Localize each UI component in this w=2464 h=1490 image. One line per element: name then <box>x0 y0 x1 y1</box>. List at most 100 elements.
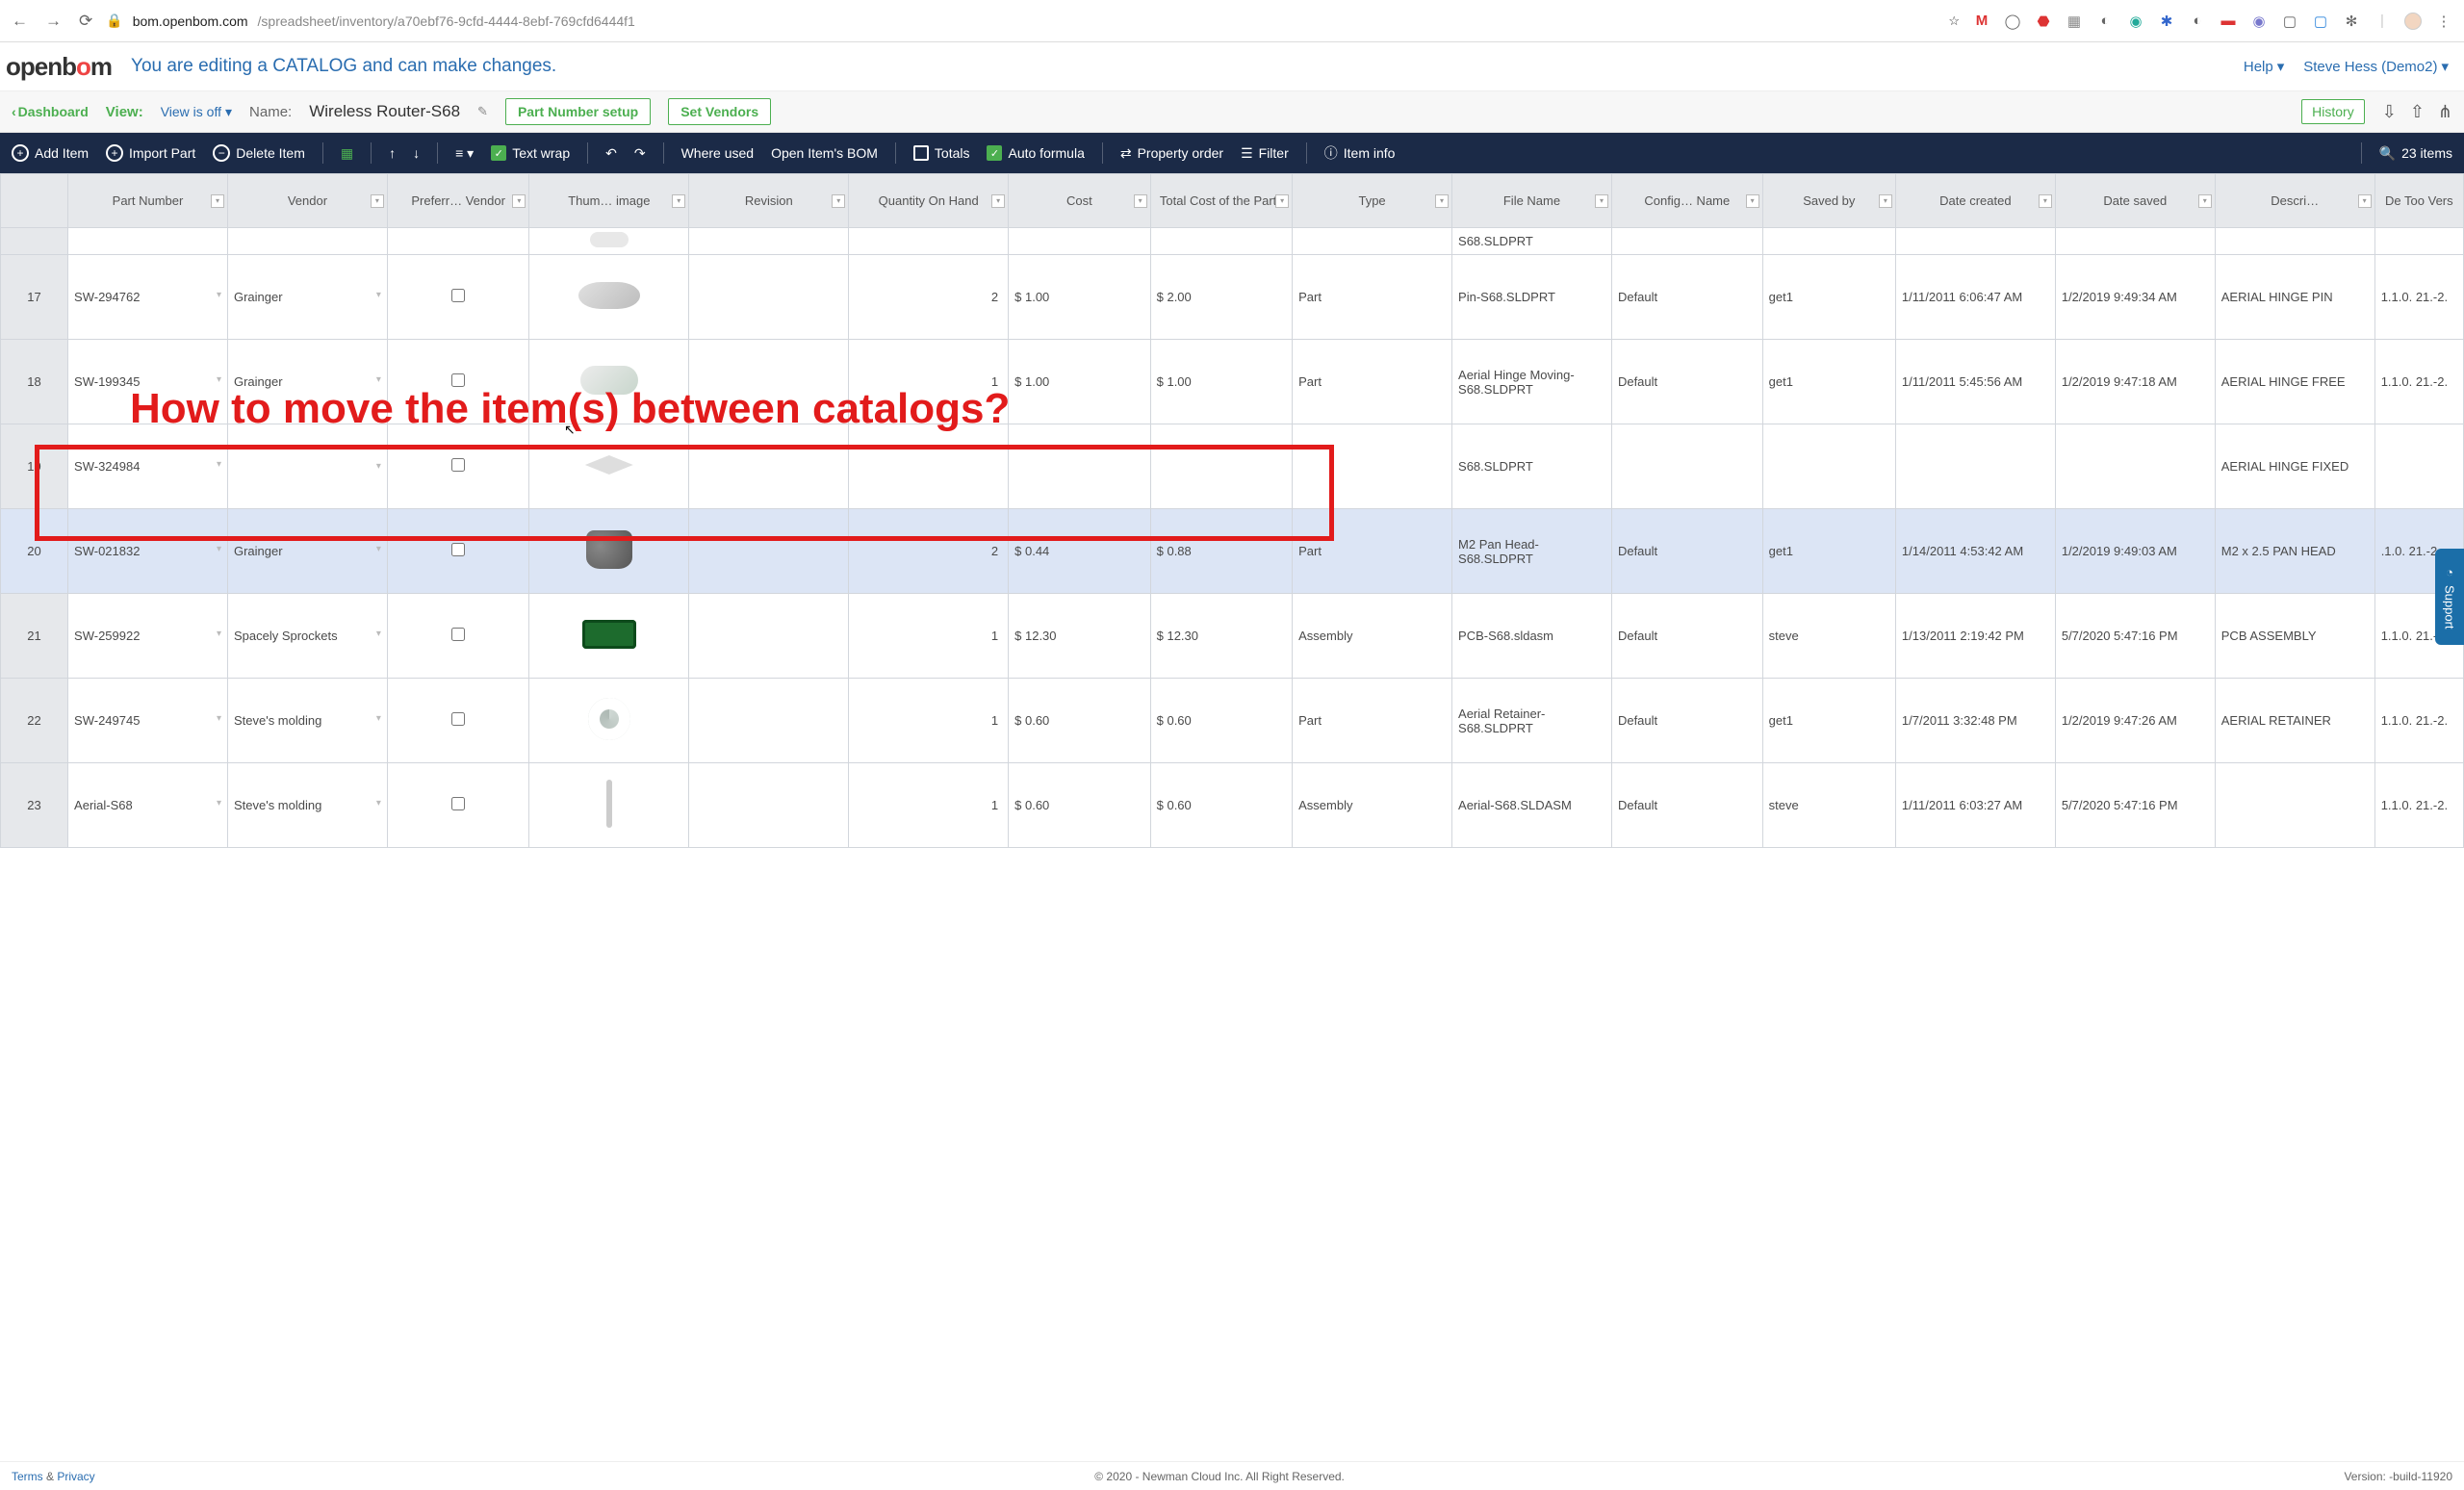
cell-qty[interactable]: 1 <box>849 679 1009 763</box>
ext-icon[interactable]: ▢ <box>2312 13 2329 30</box>
col-qty-on-hand[interactable]: Quantity On Hand▾ <box>849 174 1009 228</box>
part-number-setup-button[interactable]: Part Number setup <box>505 98 651 125</box>
cell-total-cost[interactable] <box>1150 424 1292 509</box>
col-part-number[interactable]: Part Number▾ <box>68 174 228 228</box>
cell-config-name[interactable]: Default <box>1611 594 1762 679</box>
reload-icon[interactable]: ⟳ <box>79 12 92 31</box>
cell-revision[interactable] <box>689 255 849 340</box>
filter-icon[interactable]: ▾ <box>2198 194 2212 208</box>
preferred-vendor-checkbox[interactable] <box>451 543 465 556</box>
ext-icon[interactable]: ◐ <box>2096 13 2114 30</box>
cell-revision[interactable] <box>689 679 849 763</box>
cell-file-name[interactable]: Aerial Hinge Moving-S68.SLDPRT <box>1452 340 1612 424</box>
col-tool-version[interactable]: De Too Vers <box>2374 174 2463 228</box>
cell-preferred-vendor[interactable] <box>387 509 528 594</box>
cell-description[interactable]: PCB ASSEMBLY <box>2215 594 2374 679</box>
cell-description[interactable]: AERIAL HINGE FIXED <box>2215 424 2374 509</box>
ext-icon[interactable]: ▢ <box>2281 13 2298 30</box>
cell-config-name[interactable]: Default <box>1611 509 1762 594</box>
share-icon[interactable]: ⋔ <box>2438 102 2452 122</box>
open-items-bom-button[interactable]: Open Item's BOM <box>771 145 878 161</box>
cell-type[interactable]: Part <box>1293 255 1452 340</box>
col-file-name[interactable]: File Name▾ <box>1452 174 1612 228</box>
cell-type[interactable]: Assembly <box>1293 594 1452 679</box>
filter-button[interactable]: ☰ Filter <box>1241 145 1289 162</box>
cell-revision[interactable] <box>689 594 849 679</box>
table-row[interactable]: 23 Aerial-S68▾ Steve's molding▾ 1 $ 0.60… <box>1 763 2464 848</box>
cell-date-saved[interactable]: 1/2/2019 9:49:03 AM <box>2055 509 2215 594</box>
preferred-vendor-checkbox[interactable] <box>451 289 465 302</box>
ext-icon[interactable]: ▬ <box>2220 13 2237 30</box>
preferred-vendor-checkbox[interactable] <box>451 712 465 726</box>
cell-config-name[interactable]: Default <box>1611 255 1762 340</box>
filter-icon[interactable]: ▾ <box>211 194 224 208</box>
cell-preferred-vendor[interactable] <box>387 424 528 509</box>
url-bar[interactable]: 🔒 bom.openbom.com/spreadsheet/inventory/… <box>106 13 1935 29</box>
back-icon[interactable]: ← <box>12 12 28 31</box>
cell-file-name[interactable]: Aerial-S68.SLDASM <box>1452 763 1612 848</box>
cell-config-name[interactable]: Default <box>1611 679 1762 763</box>
cell-file-name[interactable]: Pin-S68.SLDPRT <box>1452 255 1612 340</box>
cell-thumbnail[interactable] <box>529 424 689 509</box>
view-dropdown[interactable]: View is off ▾ <box>161 104 232 120</box>
cell-type[interactable]: Part <box>1293 340 1452 424</box>
col-date-saved[interactable]: Date saved▾ <box>2055 174 2215 228</box>
cell-config-name[interactable]: Default <box>1611 340 1762 424</box>
cell-date-created[interactable]: 1/11/2011 5:45:56 AM <box>1895 340 2055 424</box>
profile-avatar[interactable] <box>2404 13 2422 30</box>
ext-icon[interactable]: ◉ <box>2127 13 2144 30</box>
cell-date-created[interactable]: 1/7/2011 3:32:48 PM <box>1895 679 2055 763</box>
filter-icon[interactable]: ▾ <box>1275 194 1289 208</box>
cell-saved-by[interactable]: steve <box>1762 763 1895 848</box>
undo-icon[interactable]: ↶ <box>605 145 617 162</box>
cell-saved-by[interactable]: get1 <box>1762 509 1895 594</box>
cell-description[interactable]: AERIAL RETAINER <box>2215 679 2374 763</box>
cell-vendor[interactable]: Grainger▾ <box>227 509 387 594</box>
edit-name-icon[interactable]: ✎ <box>477 104 488 119</box>
col-cost[interactable]: Cost▾ <box>1009 174 1150 228</box>
align-icon[interactable]: ≡ ▾ <box>455 145 474 162</box>
ext-icon[interactable]: ◯ <box>2004 13 2021 30</box>
cell-date-saved[interactable]: 5/7/2020 5:47:16 PM <box>2055 763 2215 848</box>
cell-date-saved[interactable]: 1/2/2019 9:47:26 AM <box>2055 679 2215 763</box>
col-saved-by[interactable]: Saved by▾ <box>1762 174 1895 228</box>
cell-part-number[interactable]: SW-294762▾ <box>68 255 228 340</box>
add-item-button[interactable]: +Add Item <box>12 144 89 162</box>
cell-cost[interactable]: $ 0.44 <box>1009 509 1150 594</box>
cell-part-number[interactable]: SW-324984▾ <box>68 424 228 509</box>
cell-preferred-vendor[interactable] <box>387 679 528 763</box>
cell-vendor[interactable]: Spacely Sprockets▾ <box>227 594 387 679</box>
cell-saved-by[interactable]: get1 <box>1762 255 1895 340</box>
property-order-button[interactable]: ⇄ Property order <box>1120 145 1223 162</box>
cell-file-name[interactable]: S68.SLDPRT <box>1452 228 1612 255</box>
table-row[interactable]: 19 SW-324984▾ ▾ S68.SLDPRT AERIAL HINGE … <box>1 424 2464 509</box>
where-used-button[interactable]: Where used <box>681 145 754 161</box>
export-icon[interactable]: ⇧ <box>2410 102 2425 122</box>
cell-vendor[interactable]: Grainger▾ <box>227 255 387 340</box>
cell-tool-version[interactable]: 1.1.0. 21.-2. <box>2374 340 2463 424</box>
cell-revision[interactable] <box>689 509 849 594</box>
col-description[interactable]: Descri…▾ <box>2215 174 2374 228</box>
cell-preferred-vendor[interactable] <box>387 594 528 679</box>
privacy-link[interactable]: Privacy <box>57 1470 94 1483</box>
cell-cost[interactable] <box>1009 424 1150 509</box>
cell-tool-version[interactable]: 1.1.0. 21.-2. <box>2374 763 2463 848</box>
cell-thumbnail[interactable] <box>529 594 689 679</box>
grid-view-icon[interactable]: ▦ <box>341 145 353 162</box>
item-info-button[interactable]: ⓘ Item info <box>1324 143 1396 163</box>
auto-formula-toggle[interactable]: ✓Auto formula <box>987 145 1084 161</box>
cell-total-cost[interactable]: $ 0.60 <box>1150 763 1292 848</box>
cell-cost[interactable]: $ 1.00 <box>1009 255 1150 340</box>
cell-file-name[interactable]: PCB-S68.sldasm <box>1452 594 1612 679</box>
filter-icon[interactable]: ▾ <box>512 194 526 208</box>
cell-type[interactable]: Assembly <box>1293 763 1452 848</box>
col-date-created[interactable]: Date created▾ <box>1895 174 2055 228</box>
cell-file-name[interactable]: M2 Pan Head-S68.SLDPRT <box>1452 509 1612 594</box>
col-thumb-image[interactable]: Thum… image▾ <box>529 174 689 228</box>
cell-revision[interactable] <box>689 763 849 848</box>
cell-part-number[interactable]: Aerial-S68▾ <box>68 763 228 848</box>
filter-icon[interactable]: ▾ <box>832 194 845 208</box>
cell-vendor[interactable]: Steve's molding▾ <box>227 679 387 763</box>
cell-description[interactable] <box>2215 763 2374 848</box>
cell-config-name[interactable] <box>1611 424 1762 509</box>
